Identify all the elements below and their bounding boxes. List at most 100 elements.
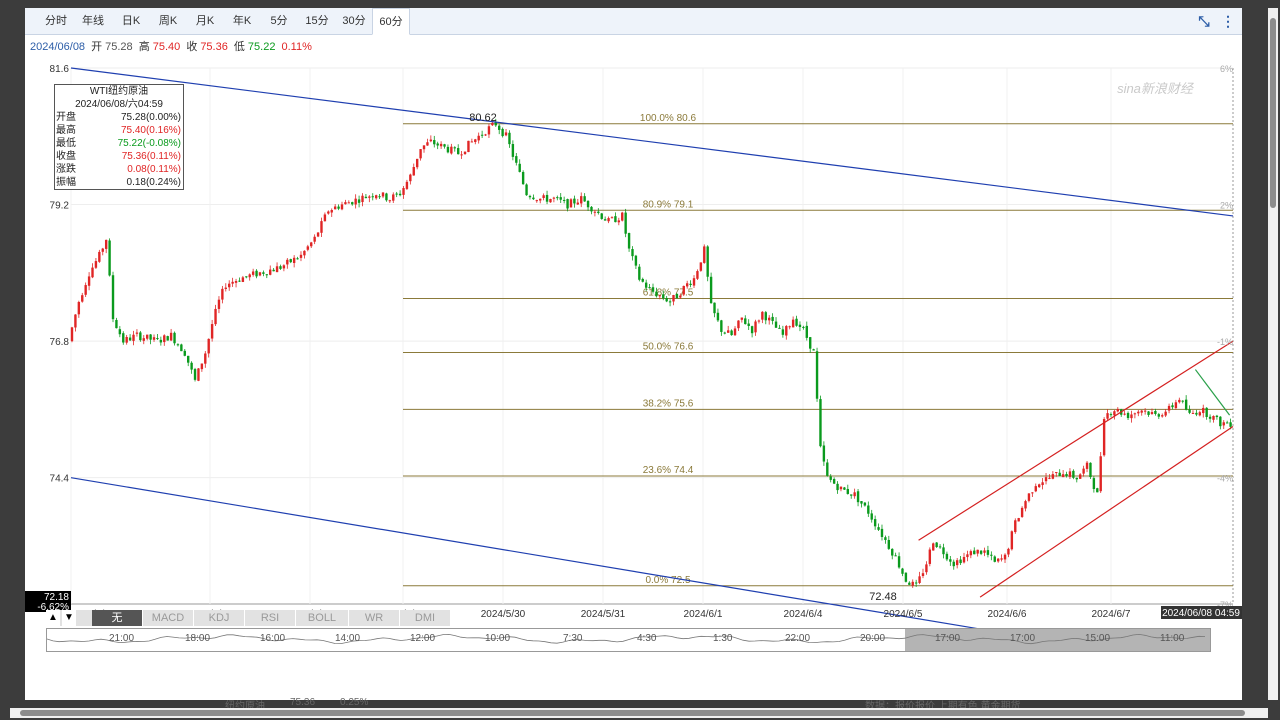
candle-body <box>528 195 532 198</box>
indicator-none[interactable]: 无 <box>92 610 143 626</box>
candle-body <box>723 332 726 334</box>
arrow-down-icon[interactable]: ▼ <box>62 610 76 626</box>
candle-body <box>539 198 542 201</box>
pricebox-row-amplitude: 振幅 0.18(0.24%) <box>55 176 183 189</box>
nav-label: 14:00 <box>335 633 361 644</box>
nav-label: 15:00 <box>1085 633 1111 644</box>
indicator-boll[interactable]: BOLL <box>296 610 349 626</box>
candle-body <box>77 302 81 315</box>
candle-body <box>1123 413 1126 415</box>
candle-body <box>1184 399 1188 410</box>
candle-body <box>1044 477 1048 482</box>
candle-body <box>139 332 142 341</box>
candle-body <box>1174 402 1178 409</box>
candle-body <box>785 326 788 336</box>
candle-body <box>313 236 316 242</box>
candle-body <box>822 445 826 462</box>
candle-body <box>518 163 521 172</box>
candle-body <box>891 548 894 556</box>
candle-body <box>371 196 374 198</box>
candle-body <box>1075 477 1078 480</box>
candle-body <box>935 542 938 548</box>
candle-body <box>378 196 381 198</box>
candle-body <box>1205 407 1208 417</box>
candle-body <box>1195 412 1198 415</box>
candle-body <box>1198 412 1202 416</box>
candle-body <box>791 319 795 328</box>
candle-body <box>265 274 269 276</box>
candle-body <box>241 277 245 282</box>
candle-body <box>682 285 685 295</box>
indicator-wr[interactable]: WR <box>349 610 400 626</box>
indicator-rsi[interactable]: RSI <box>245 610 296 626</box>
candle-body <box>805 325 808 338</box>
candle-body <box>361 195 364 203</box>
indicator-kdj[interactable]: KDJ <box>194 610 245 626</box>
candle-body <box>1222 422 1225 426</box>
candle-body <box>959 559 962 564</box>
horizontal-scroll-thumb[interactable] <box>20 710 1245 716</box>
candle-body <box>316 232 320 237</box>
candle-body <box>156 338 159 340</box>
candle-body <box>1000 558 1003 560</box>
candle-body <box>306 246 310 250</box>
candle-body <box>986 550 990 555</box>
candle-body <box>675 293 679 299</box>
candle-body <box>320 221 323 233</box>
candle-body <box>333 206 337 210</box>
candle-body <box>255 270 258 277</box>
vertical-scroll-thumb[interactable] <box>1270 18 1276 208</box>
candle-body <box>1037 484 1041 488</box>
pricebox-row-open: 开盘 75.28(0.00%) <box>55 111 183 124</box>
candle-body <box>542 195 545 199</box>
arrow-up-icon[interactable]: ▲ <box>46 610 60 626</box>
candle-body <box>436 143 439 146</box>
candle-body <box>945 553 949 560</box>
candle-body <box>1072 470 1075 478</box>
candle-body <box>839 486 843 490</box>
nav-label: 1:30 <box>713 633 733 644</box>
watermark: sina新浪财经 <box>1117 81 1195 96</box>
candle-body <box>1225 422 1229 424</box>
candle-body <box>819 399 822 447</box>
candle-body <box>245 276 248 278</box>
candle-body <box>272 269 275 272</box>
candle-body <box>932 543 935 551</box>
candle-body <box>275 266 279 273</box>
time-navigator[interactable]: 21:00 18:00 16:00 14:00 12:00 10:00 7:30… <box>46 628 1211 652</box>
indicator-dmi[interactable]: DMI <box>400 610 451 626</box>
candle-body <box>897 556 901 568</box>
candle-body <box>1133 413 1137 415</box>
candle-body <box>508 132 511 145</box>
candle-body <box>251 271 255 275</box>
candle-body <box>925 564 928 573</box>
candle-body <box>296 258 299 260</box>
candle-body <box>419 149 422 159</box>
candle-body <box>665 297 668 302</box>
candle-body <box>228 283 231 288</box>
candle-body <box>979 550 983 554</box>
x-tick-label: 2024/6/4 <box>784 609 823 620</box>
candle-body <box>976 549 979 554</box>
pricebox-row-high: 最高 75.40(0.16%) <box>55 124 183 137</box>
candle-body <box>1191 412 1195 414</box>
candle-body <box>1068 471 1072 477</box>
candle-body <box>867 505 870 514</box>
row-value: 0.18(0.24%) <box>126 177 181 188</box>
candle-body <box>415 158 419 168</box>
candle-body <box>877 527 880 530</box>
candle-body <box>1020 507 1024 517</box>
nav-label: 7:30 <box>563 633 583 644</box>
candle-body <box>1181 400 1184 402</box>
candle-body <box>1188 409 1191 413</box>
candle-body <box>655 291 658 297</box>
indicator-macd[interactable]: MACD <box>143 610 194 626</box>
candle-body <box>617 220 621 223</box>
candle-body <box>1219 416 1222 427</box>
candle-body <box>1024 501 1027 509</box>
candle-body <box>1085 462 1089 469</box>
candle-body <box>562 199 566 201</box>
candle-body <box>1106 413 1109 419</box>
candle-body <box>357 199 361 203</box>
candle-body <box>1010 531 1014 550</box>
